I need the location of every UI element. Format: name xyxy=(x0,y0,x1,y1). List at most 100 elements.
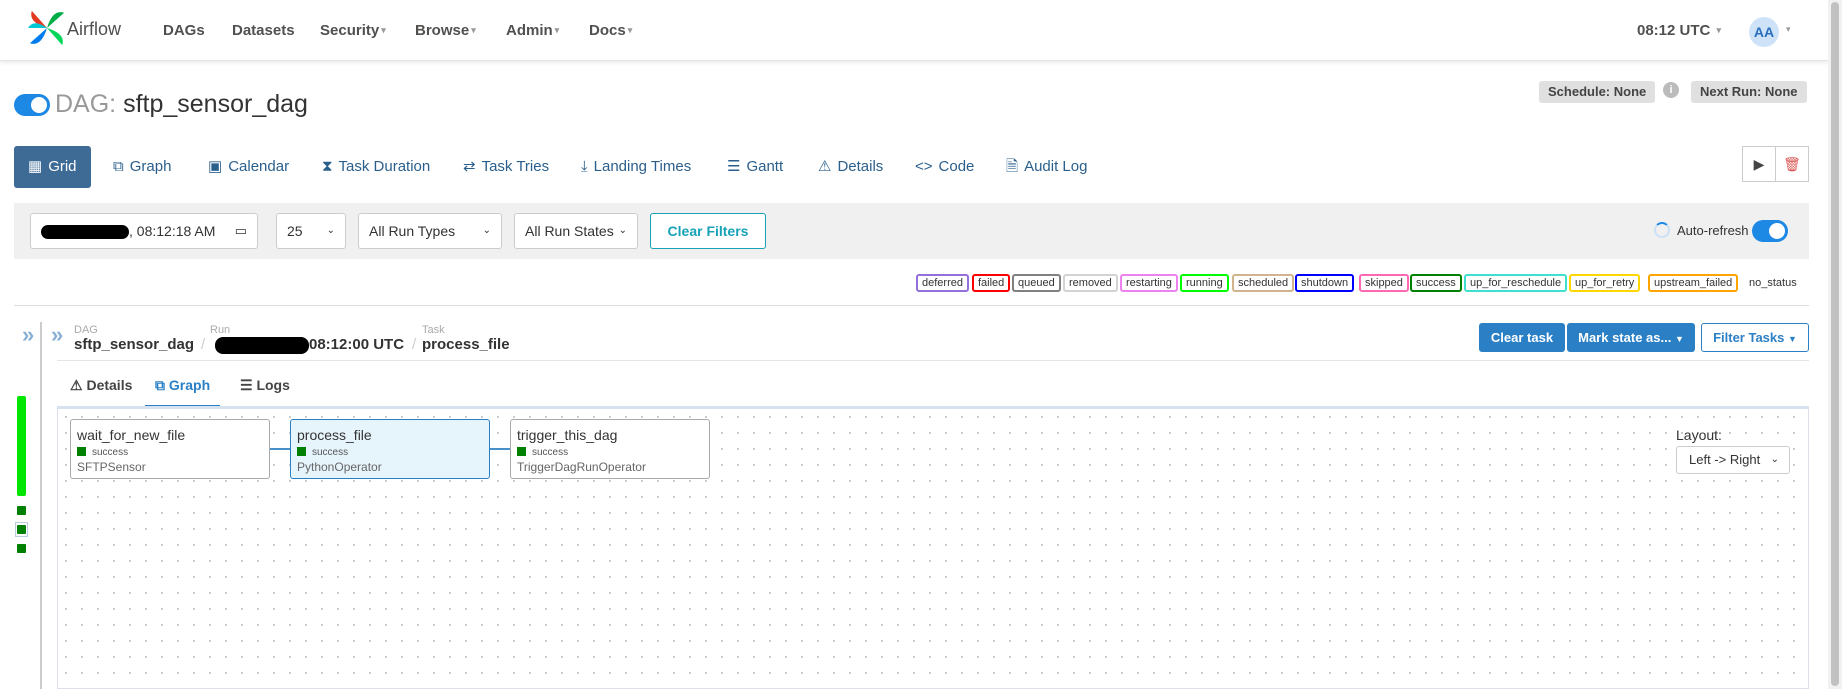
legend-up-for-reschedule[interactable]: up_for_reschedule xyxy=(1464,274,1568,292)
tab-graph[interactable]: ⧉ Graph xyxy=(99,146,185,188)
auto-refresh-toggle[interactable] xyxy=(1752,220,1788,242)
task-instance-cell[interactable] xyxy=(17,544,26,553)
nav-browse[interactable]: Browse ▾ xyxy=(415,22,476,39)
nav-docs[interactable]: Docs ▾ xyxy=(589,22,632,39)
page-scrollbar[interactable] xyxy=(1828,0,1842,689)
legend-failed[interactable]: failed xyxy=(972,274,1011,292)
clear-filters-button[interactable]: Clear Filters xyxy=(650,213,766,249)
task-operator: TriggerDagRunOperator xyxy=(517,460,646,474)
nav-dags[interactable]: DAGs xyxy=(163,22,205,39)
clear-task-button[interactable]: Clear task xyxy=(1479,323,1565,352)
tab-landing-times[interactable]: ⤓ Landing Times xyxy=(567,146,705,188)
warning-icon: ⚠ xyxy=(70,377,83,393)
legend-queued[interactable]: queued xyxy=(1012,274,1061,292)
tab-gantt[interactable]: ☰ Gantt xyxy=(713,146,797,188)
num-runs-select[interactable]: 25 ⌄ xyxy=(276,213,346,249)
subtab-graph[interactable]: ⧉ Graph xyxy=(145,375,221,407)
task-node-process-file[interactable]: process_file success PythonOperator xyxy=(290,419,490,479)
delete-dag-button[interactable]: 🗑 xyxy=(1775,146,1809,182)
legend-deferred[interactable]: deferred xyxy=(916,274,969,292)
legend-success[interactable]: success xyxy=(1410,274,1462,292)
breadcrumb-run[interactable]: 08:12:00 UTC xyxy=(215,336,404,354)
tab-code[interactable]: <> Code xyxy=(901,146,988,188)
graph-icon: ⧉ xyxy=(113,158,124,175)
code-icon: <> xyxy=(915,158,933,175)
gantt-icon: ☰ xyxy=(727,158,741,175)
success-status-icon xyxy=(297,447,306,456)
list-icon: ☰ xyxy=(240,377,253,393)
breadcrumb-dag[interactable]: sftp_sensor_dag xyxy=(74,336,194,353)
task-name: wait_for_new_file xyxy=(77,427,186,443)
chevron-down-icon: ⌄ xyxy=(1770,454,1779,465)
task-node-wait-for-new-file[interactable]: wait_for_new_file success SFTPSensor xyxy=(70,419,270,479)
legend-no-status[interactable]: no_status xyxy=(1743,274,1803,292)
mark-state-button[interactable]: Mark state as... ▼ xyxy=(1567,323,1695,352)
legend-shutdown[interactable]: shutdown xyxy=(1295,274,1355,292)
schedule-badge: Schedule: None xyxy=(1539,81,1656,103)
subtab-details[interactable]: ⚠ Details xyxy=(60,375,142,405)
legend-running[interactable]: running xyxy=(1180,274,1229,292)
task-instance-cell[interactable] xyxy=(17,525,26,534)
tab-grid[interactable]: ▦ Grid xyxy=(14,146,91,188)
dag-pause-toggle[interactable] xyxy=(14,94,50,116)
info-icon[interactable]: i xyxy=(1663,82,1679,98)
divider xyxy=(57,360,1809,361)
nav-datasets[interactable]: Datasets xyxy=(232,22,295,39)
play-icon: ▶ xyxy=(1753,156,1765,172)
legend-restarting[interactable]: restarting xyxy=(1120,274,1178,292)
chevron-down-icon[interactable]: ▾ xyxy=(1786,24,1791,35)
dag-name: sftp_sensor_dag xyxy=(123,90,308,118)
task-node-trigger-this-dag[interactable]: trigger_this_dag success TriggerDagRunOp… xyxy=(510,419,710,479)
expand-grid-icon[interactable]: » xyxy=(22,322,34,348)
tab-audit-log[interactable]: 🗎 Audit Log xyxy=(992,146,1101,188)
calendar-icon: ▣ xyxy=(208,158,223,175)
graph-edge xyxy=(270,448,290,450)
top-navbar: Airflow DAGs Datasets Security ▾ Browse ▾ … xyxy=(0,0,1828,61)
airflow-logo[interactable] xyxy=(28,8,66,48)
nav-security[interactable]: Security ▾ xyxy=(320,22,386,39)
filter-tasks-button[interactable]: Filter Tasks ▼ xyxy=(1701,323,1809,352)
chevron-down-icon: ▾ xyxy=(471,25,476,35)
base-date-input[interactable]: , 08:12:18 AM ▭ xyxy=(30,213,258,249)
breadcrumb-task: process_file xyxy=(422,336,510,353)
dag-prefix: DAG: xyxy=(55,90,117,118)
legend-upstream-failed[interactable]: upstream_failed xyxy=(1648,274,1739,292)
layout-select[interactable]: Left -> Right ⌄ xyxy=(1676,446,1790,474)
collapse-details-icon[interactable]: » xyxy=(51,322,63,348)
landing-icon: ⤓ xyxy=(581,158,588,175)
dag-run-bar[interactable] xyxy=(17,396,26,496)
task-instance-cell[interactable] xyxy=(17,506,26,515)
chevron-down-icon: ▼ xyxy=(1788,334,1797,344)
legend-removed[interactable]: removed xyxy=(1063,274,1118,292)
redacted-date xyxy=(41,225,129,240)
nav-admin[interactable]: Admin ▾ xyxy=(506,22,559,39)
warning-icon: ⚠ xyxy=(818,158,832,175)
auto-refresh-label: Auto-refresh xyxy=(1677,223,1749,238)
breadcrumb-dag-label: DAG xyxy=(74,324,98,336)
scrollbar-thumb[interactable] xyxy=(1831,2,1839,686)
tab-calendar[interactable]: ▣ Calendar xyxy=(194,146,303,188)
grid-icon: ▦ xyxy=(28,158,43,175)
task-state: success xyxy=(77,447,263,458)
tab-task-duration[interactable]: ⧗ Task Duration xyxy=(308,146,444,188)
run-type-select[interactable]: All Run Types ⌄ xyxy=(358,213,502,249)
brand-name[interactable]: Airflow xyxy=(67,19,121,40)
graph-edge xyxy=(490,448,510,450)
document-search-icon: 🗎 xyxy=(1006,158,1019,175)
tab-task-tries[interactable]: ⇄ Task Tries xyxy=(449,146,563,188)
repeat-icon: ⇄ xyxy=(463,158,476,175)
subtab-logs[interactable]: ☰ Logs xyxy=(230,375,300,405)
breadcrumb-separator: / xyxy=(201,336,206,353)
legend-skipped[interactable]: skipped xyxy=(1359,274,1409,292)
legend-scheduled[interactable]: scheduled xyxy=(1232,274,1295,292)
run-state-select[interactable]: All Run States ⌄ xyxy=(514,213,638,249)
trigger-dag-button[interactable]: ▶ xyxy=(1742,146,1776,182)
chevron-down-icon: ▾ xyxy=(381,25,386,35)
calendar-icon[interactable]: ▭ xyxy=(235,214,247,248)
utc-clock[interactable]: 08:12 UTC ▾ xyxy=(1637,22,1721,39)
task-name: process_file xyxy=(297,427,372,443)
task-operator: PythonOperator xyxy=(297,460,382,474)
legend-up-for-retry[interactable]: up_for_retry xyxy=(1569,274,1641,292)
avatar[interactable]: AA xyxy=(1749,17,1779,47)
tab-details[interactable]: ⚠ Details xyxy=(804,146,897,188)
